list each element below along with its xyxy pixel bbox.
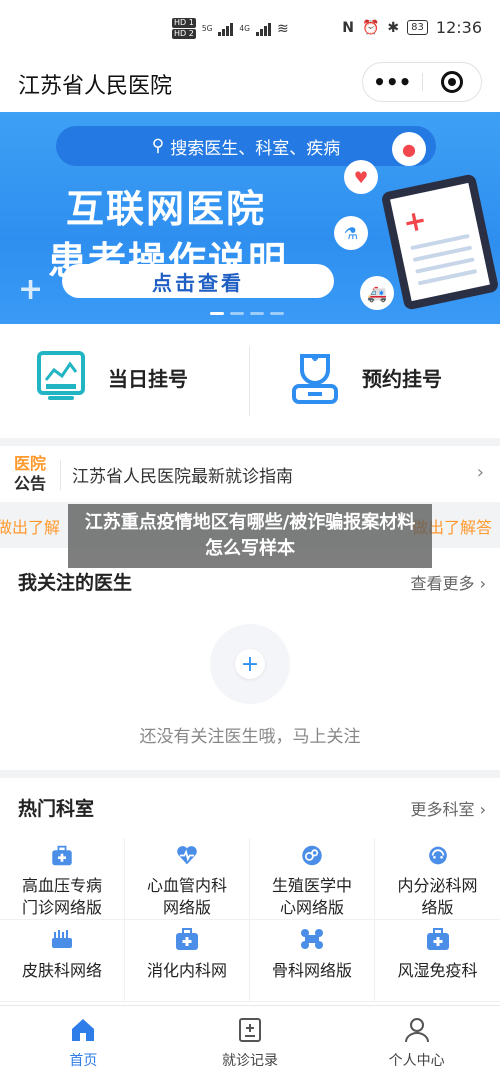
department-grid: 高血压专病 门诊网络版 心血管内科 网络版 生殖医学中 心网络版 内分泌科网 络… (0, 838, 500, 1002)
carousel-indicator (210, 312, 284, 315)
digestive-icon (176, 928, 198, 950)
status-bar: HD 1 HD 2 5G 4G ≋ N ⏰ ✱ 83 12:36 (0, 0, 500, 60)
department-item[interactable]: 心血管内科 网络版 (125, 838, 250, 920)
department-item[interactable]: 内分泌科网 络版 (375, 838, 500, 920)
marquee-left: 做出了解 (0, 518, 61, 537)
department-label: 高血压专病 门诊网络版 (21, 876, 102, 917)
net1-label: 5G (201, 24, 213, 33)
department-label: 内分泌科网 络版 (397, 876, 478, 917)
department-label: 消化内科网 (146, 961, 227, 980)
reproductive-icon (302, 845, 322, 866)
clipboard-illustration-icon: + (380, 173, 500, 311)
department-item[interactable]: 高血压专病 门诊网络版 (0, 838, 125, 920)
notice-text: 江苏省人民医院最新就诊指南 (72, 467, 293, 487)
department-item[interactable]: 皮肤科网络 (0, 920, 125, 1002)
signal-icon-2 (256, 22, 271, 36)
tab-visit-records[interactable]: 就诊记录 (167, 1006, 334, 1075)
more-button[interactable]: ••• (363, 63, 422, 101)
department-label: 皮肤科网络 (21, 961, 102, 980)
same-day-registration[interactable]: 当日挂号 (36, 350, 188, 404)
hospital-notice[interactable]: 医院 公告 江苏省人民医院最新就诊指南 › (0, 446, 500, 502)
endocrine-icon (428, 846, 447, 865)
bone-icon (301, 929, 323, 949)
department-label: 风湿免疫科 (397, 961, 478, 980)
medkit-icon (426, 928, 449, 950)
home-icon (72, 1019, 95, 1041)
empty-doctors-tip: 还没有关注医生哦，马上关注 (139, 727, 361, 747)
title-bar: 江苏省人民医院 ••• (0, 60, 500, 112)
system-indicators: N ⏰ ✱ 83 12:36 (342, 18, 482, 37)
app-screen: HD 1 HD 2 5G 4G ≋ N ⏰ ✱ 83 12:36 江苏省人民医院… (0, 0, 500, 1075)
banner-carousel[interactable]: ⚲ 搜索医生、科室、疾病 互联网医院 患者操作说明 点击查看 + + ● ♥ ⚗… (0, 112, 500, 324)
heart-bubble-icon: ♥ (344, 160, 378, 194)
add-doctor-button[interactable]: + (210, 624, 290, 704)
hd2-badge: HD 2 (172, 29, 196, 39)
my-doctors-title: 我关注的医生 (18, 572, 133, 594)
departments-title: 热门科室 (18, 798, 95, 820)
records-icon (239, 1018, 261, 1042)
appointment-registration[interactable]: 预约挂号 (290, 350, 442, 404)
overlay-caption: 江苏重点疫情地区有哪些/被诈骗报案材料怎么写样本 (68, 504, 432, 568)
banner-headline-1: 互联网医院 (66, 187, 267, 231)
my-doctors-section: 我关注的医生 查看更多 › + 还没有关注医生哦，马上关注 (0, 548, 500, 770)
quick-actions-card: 当日挂号 预约挂号 (0, 324, 500, 438)
page-title: 江苏省人民医院 (18, 74, 173, 99)
monitor-chart-icon (37, 351, 85, 400)
banner-cta-button[interactable]: 点击查看 (62, 264, 334, 298)
alarm-icon: ⏰ (361, 19, 380, 36)
tab-home[interactable]: 首页 (0, 1006, 167, 1075)
search-bar[interactable]: ⚲ 搜索医生、科室、疾病 (56, 126, 436, 166)
ambulance-bubble-icon: 🚑 (360, 276, 394, 310)
chevron-right-icon: › (479, 800, 486, 819)
department-item[interactable]: 生殖医学中 心网络版 (250, 838, 375, 920)
network-indicators: HD 1 HD 2 5G 4G ≋ (172, 18, 289, 39)
signal-icon (218, 22, 234, 36)
flask-bubble-icon: ⚗ (334, 216, 368, 250)
search-placeholder: 搜索医生、科室、疾病 (170, 138, 341, 159)
departments-more-label: 更多科室 (410, 800, 475, 819)
plus-icon: + (235, 649, 265, 679)
my-doctors-more-link[interactable]: 查看更多 › (410, 570, 486, 594)
tab-visit-records-label: 就诊记录 (222, 1053, 278, 1069)
notice-tag: 医院 公告 (14, 454, 46, 494)
departments-more-link[interactable]: 更多科室 › (410, 796, 486, 820)
department-label: 心血管内科 网络版 (146, 876, 227, 917)
pill-bubble-icon: ● (392, 132, 426, 166)
bluetooth-icon: ✱ (387, 19, 400, 36)
chevron-right-icon: › (479, 574, 486, 593)
medkit-icon (52, 845, 72, 866)
department-item[interactable]: 风湿免疫科 (375, 920, 500, 1002)
wifi-icon: ≋ (277, 20, 289, 37)
appointment-registration-label: 预约挂号 (362, 366, 442, 391)
target-icon (440, 71, 463, 93)
net2-label: 4G (239, 24, 250, 33)
bottom-tab-bar: 首页 就诊记录 个人中心 (0, 1005, 500, 1075)
clock: 12:36 (435, 18, 482, 37)
popular-departments-section: 热门科室 更多科室 › 高血压专病 门诊网络版 心血管内科 网络版 生殖医学中 … (0, 778, 500, 1008)
department-item[interactable]: 骨科网络版 (250, 920, 375, 1002)
nurse-icon (292, 354, 338, 404)
more-icon: ••• (373, 70, 412, 94)
nfc-icon: N (342, 19, 354, 36)
department-item[interactable]: 消化内科网 (125, 920, 250, 1002)
same-day-registration-label: 当日挂号 (108, 366, 188, 391)
mini-program-capsule: ••• (362, 62, 482, 102)
tab-profile-label: 个人中心 (388, 1053, 445, 1069)
tab-profile[interactable]: 个人中心 (333, 1006, 500, 1075)
notice-tag-line2: 公告 (14, 474, 47, 493)
heartbeat-icon (177, 846, 197, 865)
notice-tag-line1: 医院 (14, 454, 47, 473)
search-icon: ⚲ (151, 136, 165, 156)
chevron-right-icon: › (476, 462, 484, 483)
close-button[interactable] (423, 63, 482, 101)
tab-home-label: 首页 (69, 1053, 98, 1069)
plus-decoration-icon: + (18, 272, 44, 307)
my-doctors-more-label: 查看更多 (410, 574, 475, 593)
department-label: 骨科网络版 (271, 961, 352, 980)
battery-icon: 83 (407, 20, 428, 35)
user-icon (404, 1018, 429, 1043)
hd1-badge: HD 1 (172, 18, 196, 28)
department-label: 生殖医学中 心网络版 (271, 876, 352, 917)
skin-icon (52, 930, 72, 948)
